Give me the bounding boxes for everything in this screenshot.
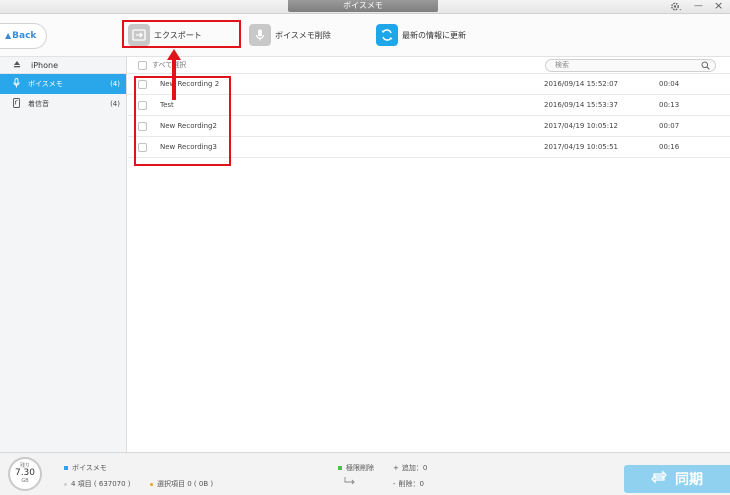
search-placeholder: 検索 bbox=[555, 61, 569, 69]
delete-count-text: 削除：0 bbox=[398, 480, 424, 488]
recording-duration: 00:16 bbox=[659, 143, 680, 151]
back-button[interactable]: ▲Back bbox=[0, 23, 47, 49]
permanent-delete-legend: 極限削除 bbox=[338, 463, 374, 473]
category-color-dot bbox=[64, 466, 68, 470]
add-count: + 追加：0 bbox=[393, 463, 427, 473]
legend-color-dot bbox=[338, 466, 342, 470]
refresh-button[interactable]: 最新の情報に更新 bbox=[376, 22, 466, 48]
recording-date: 2017/04/19 10:05:12 bbox=[544, 122, 619, 130]
storage-gauge: 残り 7.30 GB bbox=[8, 457, 42, 491]
selected-count-text: 選択項目 0 ( 0B ) bbox=[157, 480, 214, 488]
recording-duration: 00:04 bbox=[659, 80, 680, 88]
toolbar: ▲Back エクスポート ボイスメモ削除 最新の情報に更新 bbox=[0, 14, 730, 57]
search-icon[interactable] bbox=[701, 61, 710, 74]
chevron-up-icon: ▲ bbox=[5, 31, 12, 40]
close-button[interactable]: × bbox=[714, 0, 723, 11]
recording-duration: 00:07 bbox=[659, 122, 680, 130]
device-name: iPhone bbox=[31, 60, 59, 70]
sync-label: 同期 bbox=[675, 472, 703, 488]
back-label: Back bbox=[12, 31, 37, 41]
delete-count: - 削除：0 bbox=[393, 479, 424, 489]
sidebar-item-count: (4) bbox=[110, 80, 120, 88]
microphone-delete-icon bbox=[249, 24, 271, 46]
sidebar: iPhone ボイスメモ (4) 着信音 (4) bbox=[0, 57, 127, 452]
selected-count: 選択項目 0 ( 0B ) bbox=[150, 479, 213, 489]
delete-label: ボイスメモ削除 bbox=[275, 30, 331, 40]
category-label: ボイスメモ bbox=[72, 464, 107, 472]
device-row[interactable]: iPhone bbox=[0, 57, 126, 74]
bullet-icon bbox=[150, 482, 153, 486]
title-bar: ボイスメモ — × bbox=[0, 0, 730, 14]
perm-delete-label: 極限削除 bbox=[346, 464, 374, 472]
recording-date: 2017/04/19 10:05:51 bbox=[544, 143, 619, 151]
window-title: ボイスメモ bbox=[288, 0, 438, 12]
storage-value: 7.30 bbox=[14, 468, 36, 478]
phone-icon bbox=[13, 98, 20, 110]
minimize-button[interactable]: — bbox=[694, 1, 703, 12]
recording-date: 2016/09/14 15:52:07 bbox=[544, 80, 619, 88]
recordings-highlight-box bbox=[134, 76, 231, 166]
delete-voice-memo-button[interactable]: ボイスメモ削除 bbox=[249, 22, 331, 48]
storage-unit: GB bbox=[21, 478, 29, 484]
eject-icon[interactable] bbox=[13, 60, 21, 70]
sidebar-item-count: (4) bbox=[110, 100, 120, 108]
sync-icon bbox=[651, 470, 667, 488]
refresh-label: 最新の情報に更新 bbox=[402, 30, 466, 40]
export-highlight-box bbox=[122, 20, 241, 48]
recording-duration: 00:13 bbox=[659, 101, 680, 109]
minus-icon: - bbox=[393, 480, 396, 488]
select-all-checkbox[interactable] bbox=[138, 60, 147, 70]
items-count-text: 4 項目 ( 637070 ) bbox=[71, 480, 131, 488]
search-input[interactable]: 検索 bbox=[545, 59, 716, 72]
sync-button[interactable]: 同期 bbox=[624, 465, 730, 493]
sidebar-item-ringtone[interactable]: 着信音 (4) bbox=[0, 94, 126, 114]
annotation-arrow-icon bbox=[167, 49, 181, 100]
add-count-text: 追加：0 bbox=[401, 464, 428, 472]
items-count: 4 項目 ( 637070 ) bbox=[64, 479, 131, 489]
sidebar-item-voice-memo[interactable]: ボイスメモ (4) bbox=[0, 74, 126, 94]
sidebar-item-label: ボイスメモ bbox=[28, 80, 63, 88]
microphone-icon bbox=[13, 78, 20, 90]
sidebar-item-label: 着信音 bbox=[28, 100, 49, 108]
plus-icon: + bbox=[393, 464, 399, 472]
category-summary: ボイスメモ bbox=[64, 463, 107, 473]
recording-date: 2016/09/14 15:53:37 bbox=[544, 101, 619, 109]
bullet-icon bbox=[64, 482, 67, 486]
status-bar: 残り 7.30 GB ボイスメモ 4 項目 ( 637070 ) 選択項目 0 … bbox=[0, 452, 730, 495]
branch-arrow-icon bbox=[344, 477, 356, 487]
refresh-icon bbox=[376, 24, 398, 46]
list-header: すべて選択 検索 bbox=[128, 57, 730, 74]
